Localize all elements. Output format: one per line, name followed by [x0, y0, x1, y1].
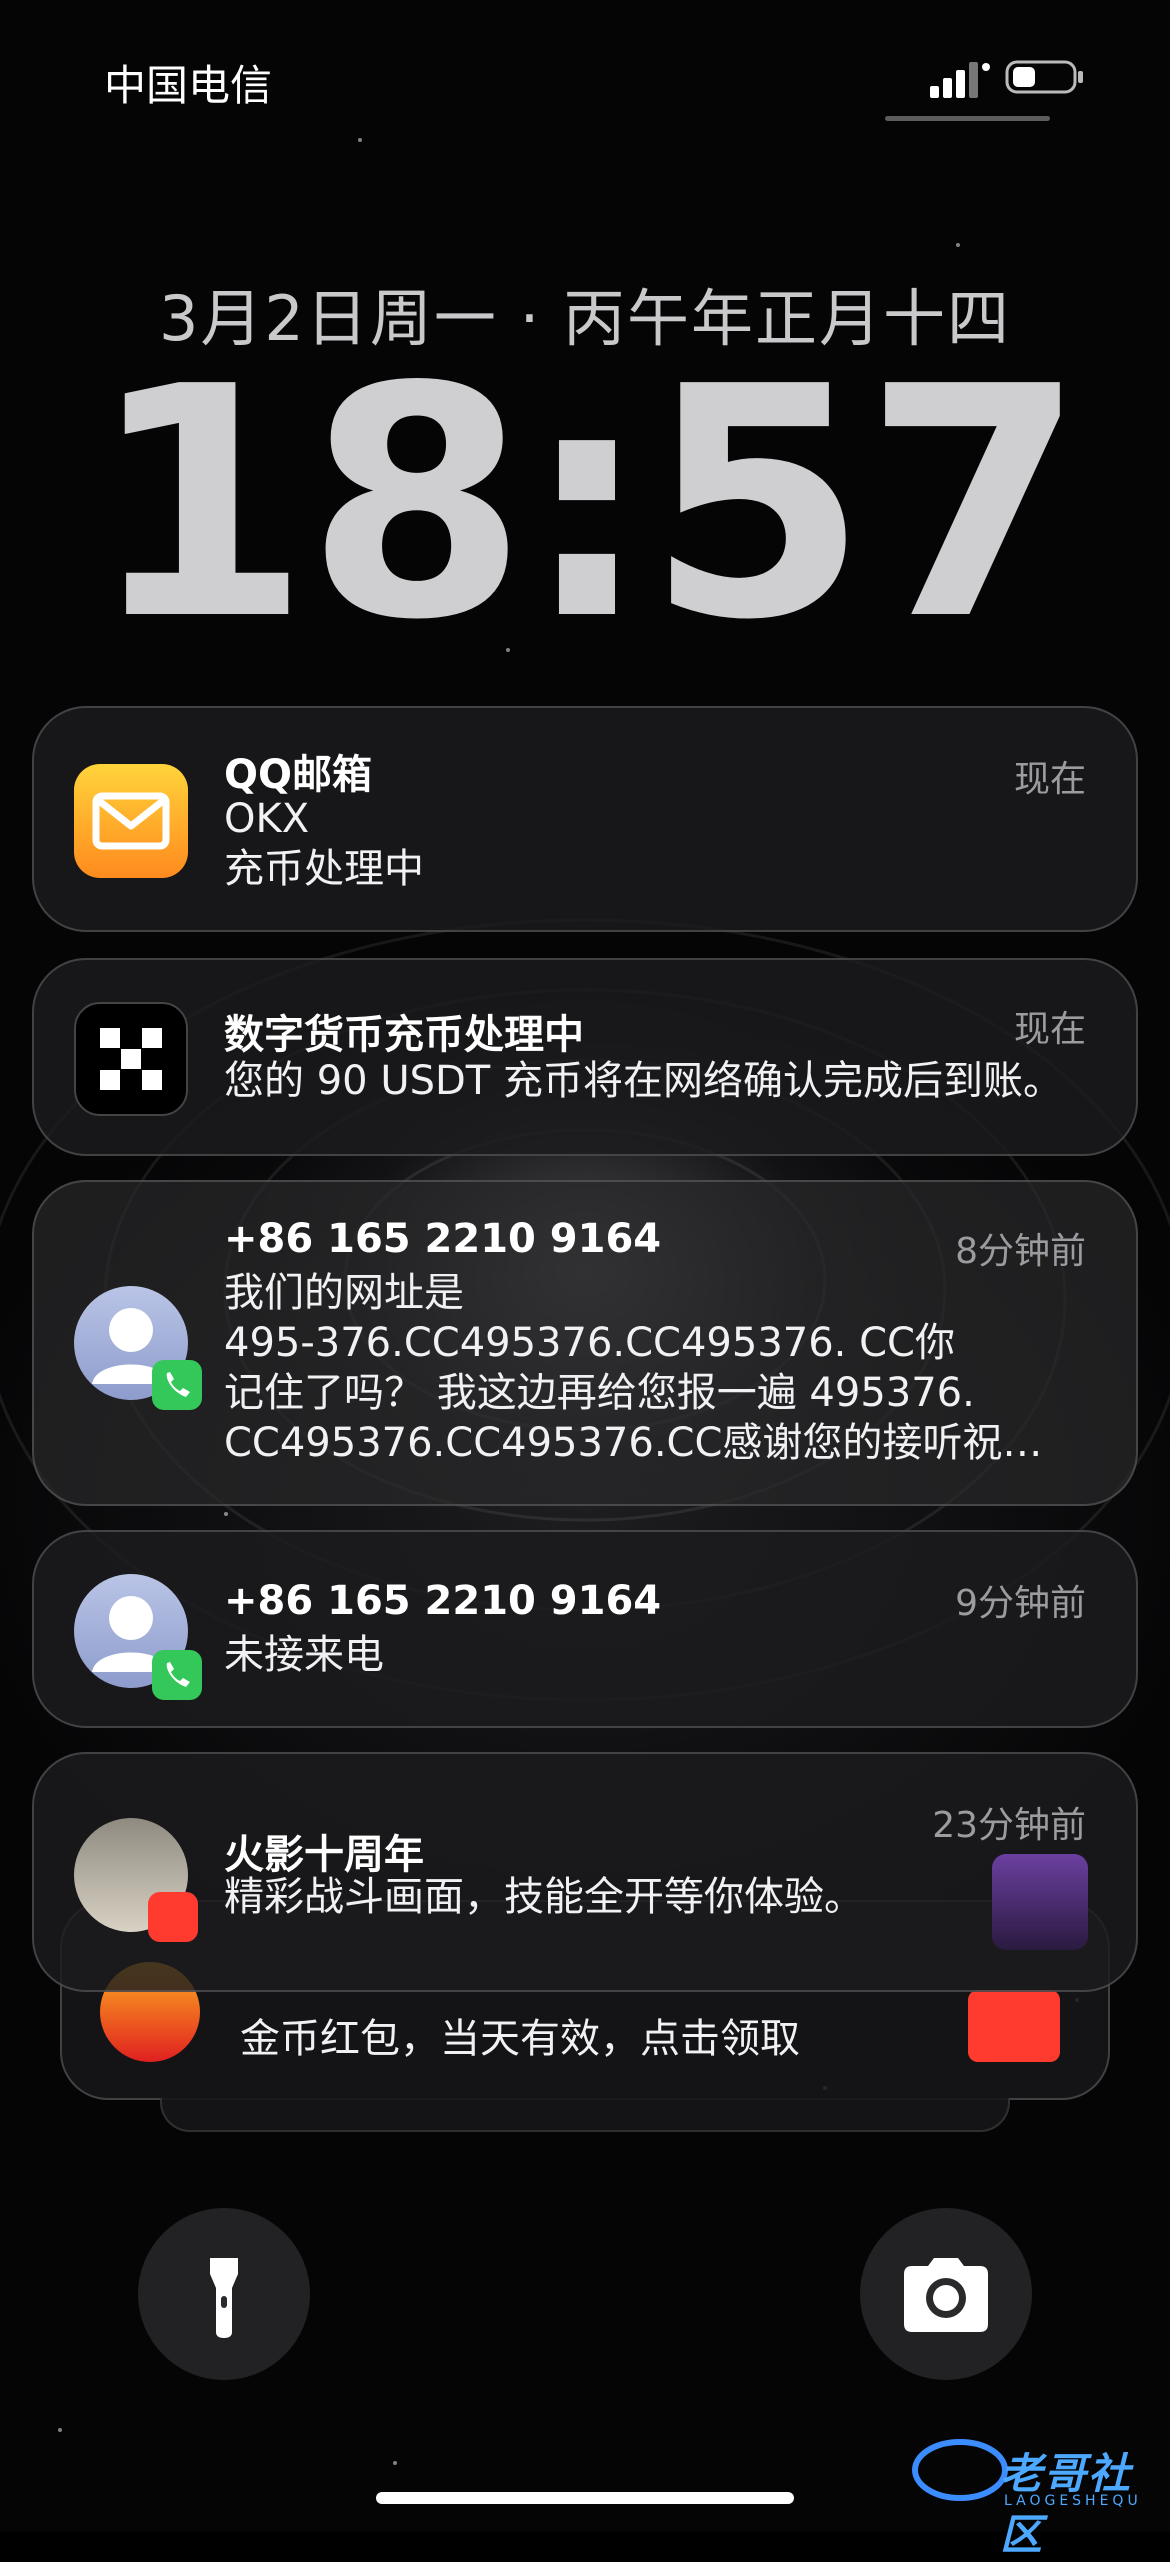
phone-badge-icon [152, 1360, 202, 1410]
home-indicator[interactable] [376, 2492, 794, 2504]
camera-button[interactable] [860, 2208, 1032, 2380]
notification-line: 我们的网址是 [224, 1270, 464, 1316]
notification-time: 9分钟前 [955, 1583, 1086, 1624]
battery-icon [1005, 60, 1083, 94]
notification-time: 8分钟前 [955, 1231, 1086, 1272]
notification-sender: +86 165 2210 9164 [224, 1578, 662, 1624]
notification-line: 充币处理中 [224, 846, 424, 892]
flashlight-icon [210, 2258, 238, 2338]
notification-sender: +86 165 2210 9164 [224, 1216, 662, 1262]
app-badge-icon [148, 1892, 198, 1942]
notification-time: 23分钟前 [932, 1805, 1086, 1846]
notification-line: 495-376.CC495376.CC495376. CC你 [224, 1320, 955, 1366]
notification-app-name: QQ邮箱 [224, 752, 373, 798]
lock-clock: 18:57 [88, 319, 1085, 689]
watermark-subtext: LAOGESHEQU [1004, 2493, 1142, 2509]
flashlight-button[interactable] [138, 2208, 310, 2380]
status-bar-indicator [885, 116, 1050, 121]
notification-line: CC495376.CC495376.CC感谢您的接听祝… [224, 1420, 1043, 1466]
notification-okx[interactable]: 数字货币充币处理中 现在 您的 90 USDT 充币将在网络确认完成后到账。 [32, 958, 1138, 1156]
notification-line: OKX [224, 796, 310, 842]
notification-line: 精彩战斗画面，技能全开等你体验。 [224, 1874, 864, 1920]
cellular-signal-icon [930, 62, 990, 98]
notification-line: 记住了吗？ 我这边再给您报一遍 495376. [224, 1370, 975, 1416]
mail-icon [74, 764, 188, 878]
okx-icon [74, 1002, 188, 1116]
phone-badge-icon [152, 1650, 202, 1700]
notification-missed-call[interactable]: +86 165 2210 9164 9分钟前 未接来电 [32, 1530, 1138, 1728]
camera-icon [904, 2258, 988, 2332]
coin-thumbnail-icon [968, 1990, 1060, 2062]
notification-message[interactable]: +86 165 2210 9164 8分钟前 我们的网址是 495-376.CC… [32, 1180, 1138, 1506]
stacked-notification-text: 金币红包，当天有效，点击领取 [240, 2016, 800, 2062]
stacked-notification-edge [160, 2098, 1010, 2132]
notification-line: 您的 90 USDT 充币将在网络确认完成后到账。 [224, 1058, 1063, 1104]
carrier-label: 中国电信 [104, 61, 273, 110]
notification-qq-mail[interactable]: QQ邮箱 现在 OKX 充币处理中 [32, 706, 1138, 932]
notification-time: 现在 [1013, 759, 1086, 800]
notification-time: 现在 [1013, 1009, 1086, 1050]
game-thumbnail-icon [992, 1854, 1088, 1950]
notification-line: 未接来电 [224, 1632, 384, 1678]
notification-title: 数字货币充币处理中 [224, 1012, 584, 1058]
notification-naruto[interactable]: 火影十周年 23分钟前 精彩战斗画面，技能全开等你体验。 [32, 1752, 1138, 1992]
